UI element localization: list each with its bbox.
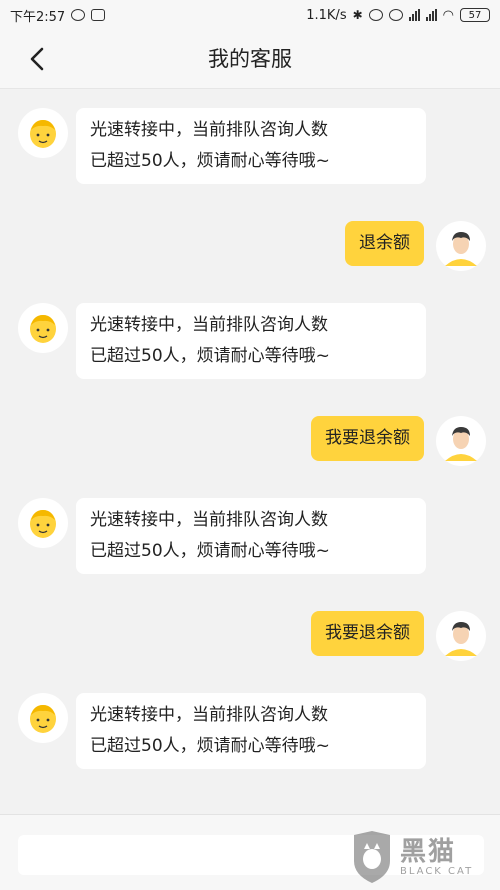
message-line: 光速转接中，当前排队咨询人数 [90, 705, 328, 725]
message-agent: 光速转接中，当前排队咨询人数 已超过50人，烦请耐心等待哦~ [18, 303, 426, 379]
message-line: 已超过50人，烦请耐心等待哦~ [90, 151, 330, 171]
agent-avatar-icon [30, 120, 56, 148]
chat-area[interactable]: 光速转接中，当前排队咨询人数 已超过50人，烦请耐心等待哦~ 退余额 光速转接中… [0, 89, 500, 814]
agent-avatar [18, 693, 68, 743]
status-time: 下午2:57 [10, 9, 66, 25]
message-user: 我要退余额 [311, 611, 486, 661]
agent-avatar-icon [30, 705, 56, 733]
message-user: 退余额 [345, 221, 486, 271]
notification-icon [71, 9, 86, 21]
input-bar [0, 814, 500, 890]
nav-bar: 我的客服 [0, 30, 500, 89]
message-line: 光速转接中，当前排队咨询人数 [90, 120, 328, 140]
message-line: 已超过50人，烦请耐心等待哦~ [90, 736, 330, 756]
signal-icon [408, 9, 420, 21]
message-line: 已超过50人，烦请耐心等待哦~ [90, 541, 330, 561]
agent-avatar-icon [30, 315, 56, 343]
chevron-left-icon [30, 47, 44, 71]
battery-icon: 57 [460, 8, 490, 22]
network-speed: 1.1K/s [306, 7, 347, 23]
message-line: 光速转接中，当前排队咨询人数 [90, 510, 328, 530]
wifi-icon: ◠ [442, 7, 454, 23]
message-agent: 光速转接中，当前排队咨询人数 已超过50人，烦请耐心等待哦~ [18, 108, 426, 184]
user-avatar [436, 221, 486, 271]
user-avatar [436, 416, 486, 466]
agent-bubble: 光速转接中，当前排队咨询人数 已超过50人，烦请耐心等待哦~ [76, 303, 426, 379]
user-avatar-icon [445, 622, 477, 656]
agent-bubble: 光速转接中，当前排队咨询人数 已超过50人，烦请耐心等待哦~ [76, 693, 426, 769]
user-avatar [436, 611, 486, 661]
vibrate-icon [368, 9, 383, 21]
user-bubble: 退余额 [345, 221, 424, 266]
status-left: 下午2:57 [10, 6, 106, 25]
message-agent: 光速转接中，当前排队咨询人数 已超过50人，烦请耐心等待哦~ [18, 498, 426, 574]
agent-avatar [18, 498, 68, 548]
agent-bubble: 光速转接中，当前排队咨询人数 已超过50人，烦请耐心等待哦~ [76, 498, 426, 574]
user-avatar-icon [445, 427, 477, 461]
status-bar: 下午2:57 1.1K/s ✱ ◠ 57 [0, 0, 500, 30]
message-line: 已超过50人，烦请耐心等待哦~ [90, 346, 330, 366]
user-bubble: 我要退余额 [311, 416, 424, 461]
message-user: 我要退余额 [311, 416, 486, 466]
signal-icon-2 [425, 9, 437, 21]
battery-level: 57 [468, 9, 482, 21]
user-avatar-icon [445, 232, 477, 266]
agent-avatar [18, 303, 68, 353]
page-title: 我的客服 [208, 47, 292, 71]
message-input[interactable] [18, 835, 484, 875]
agent-avatar [18, 108, 68, 158]
status-right: 1.1K/s ✱ ◠ 57 [306, 8, 490, 23]
message-line: 光速转接中，当前排队咨询人数 [90, 315, 328, 335]
app-notification-icon [91, 9, 106, 21]
user-bubble: 我要退余额 [311, 611, 424, 656]
agent-bubble: 光速转接中，当前排队咨询人数 已超过50人，烦请耐心等待哦~ [76, 108, 426, 184]
message-agent: 光速转接中，当前排队咨询人数 已超过50人，烦请耐心等待哦~ [18, 693, 426, 769]
agent-avatar-icon [30, 510, 56, 538]
bluetooth-icon: ✱ [352, 8, 363, 22]
alarm-icon [388, 9, 403, 21]
back-button[interactable] [22, 44, 52, 74]
